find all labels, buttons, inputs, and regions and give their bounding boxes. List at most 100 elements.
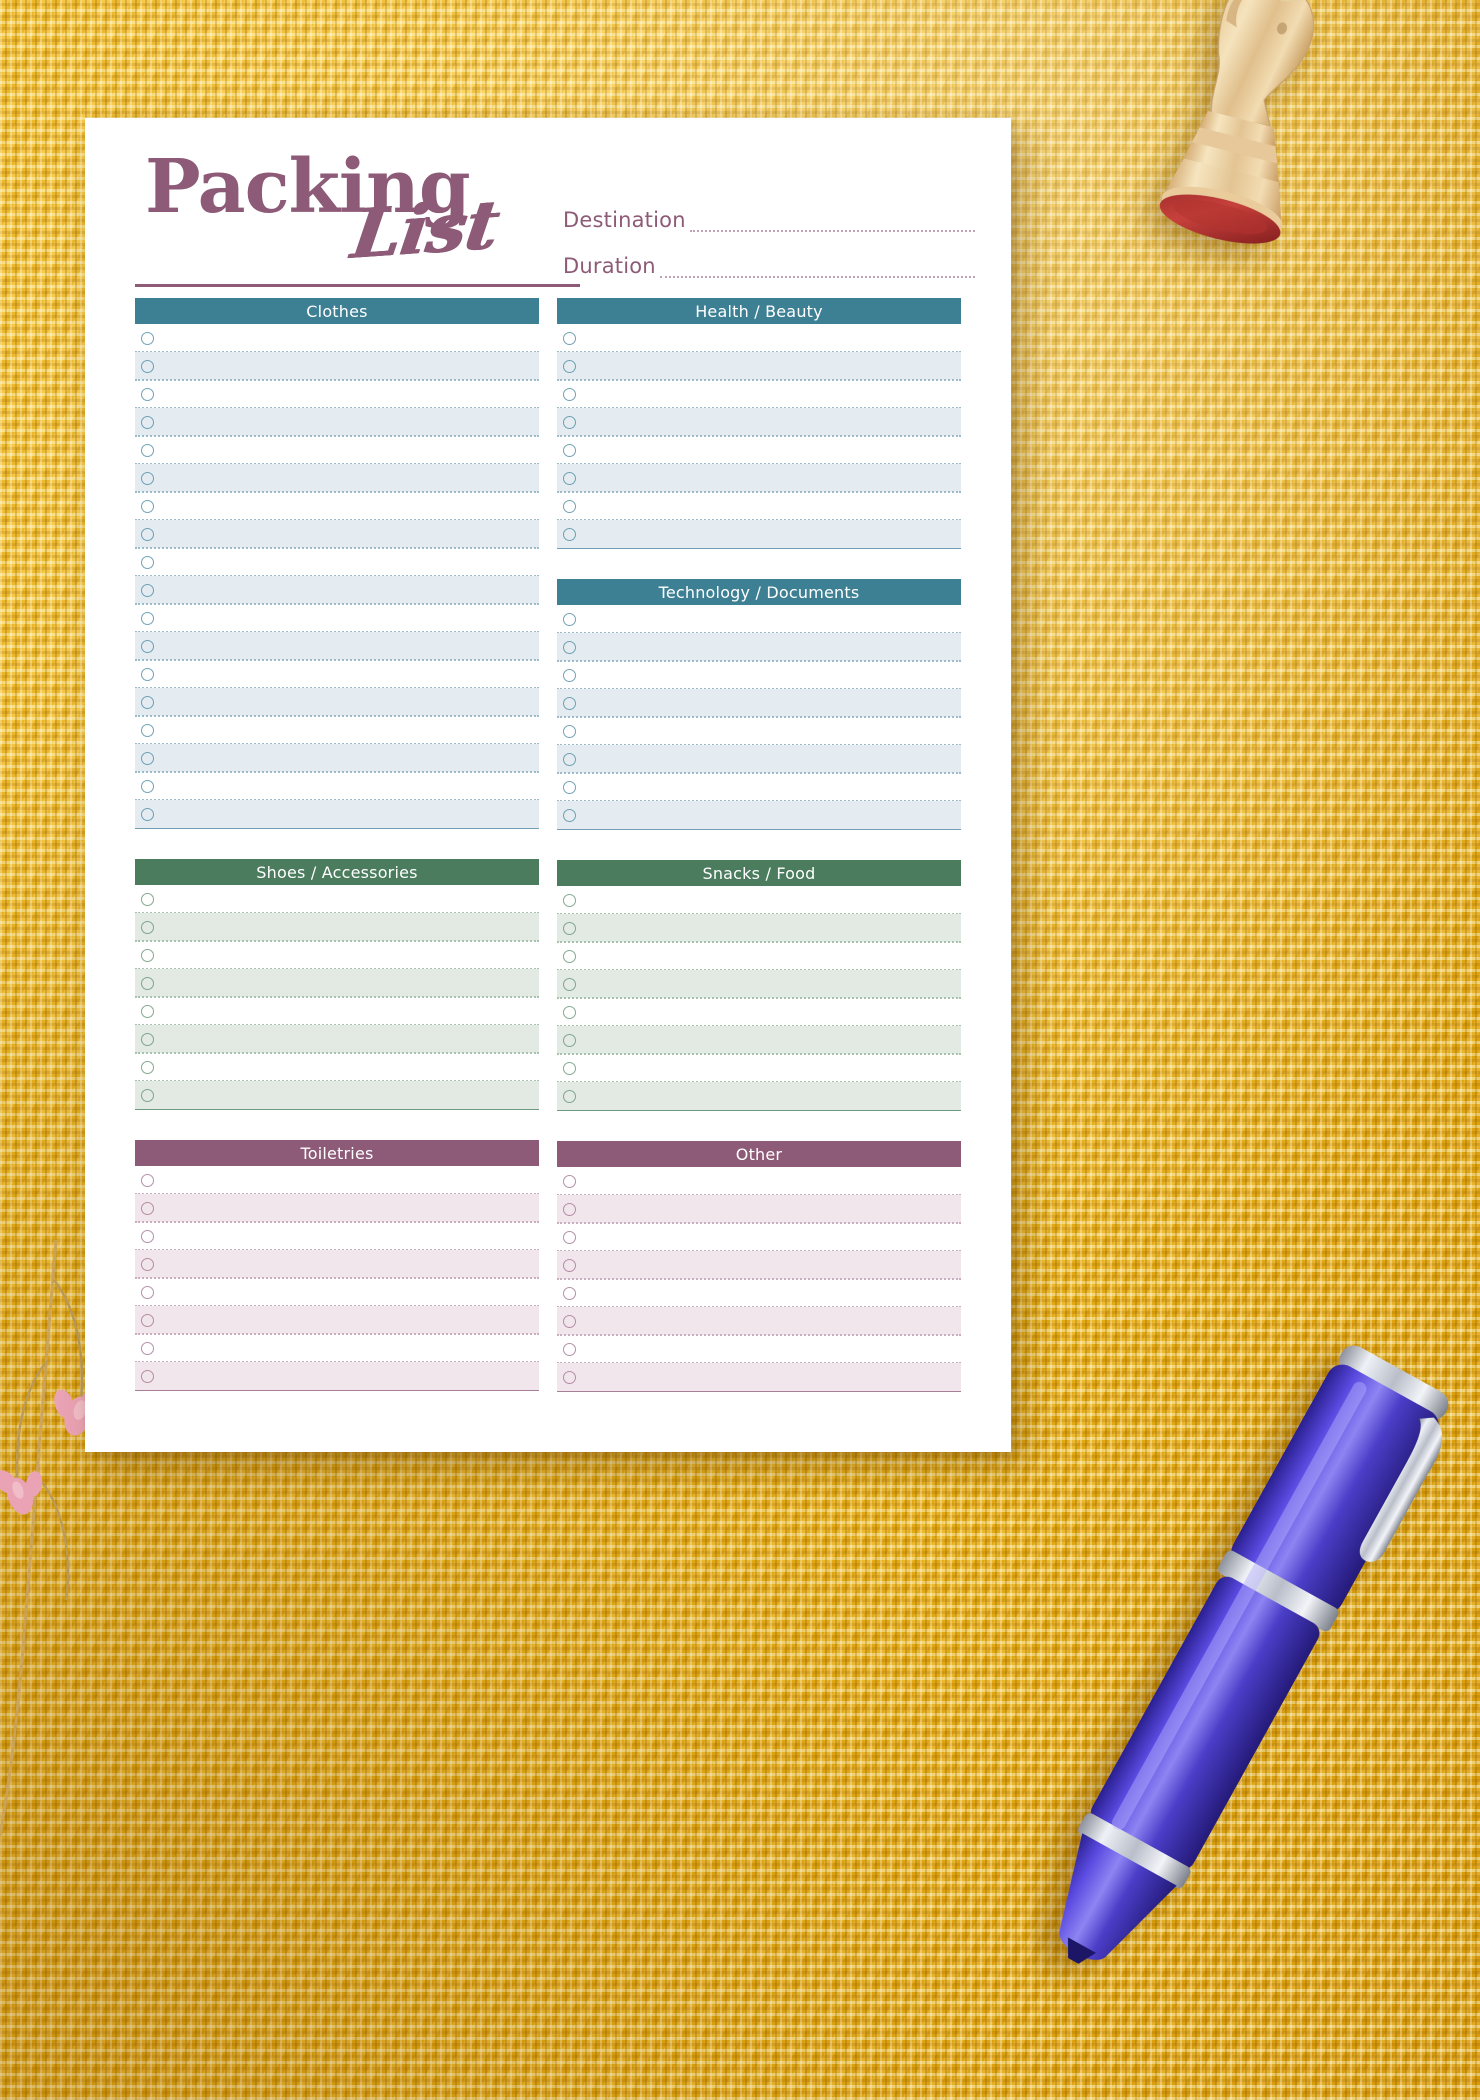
checklist-row[interactable]: [135, 1362, 539, 1391]
item-input[interactable]: [154, 632, 539, 660]
checkbox-circle-icon[interactable]: [141, 611, 154, 625]
item-input[interactable]: [154, 772, 539, 800]
checkbox-circle-icon[interactable]: [141, 807, 154, 821]
checkbox-circle-icon[interactable]: [141, 1060, 154, 1074]
checklist-row[interactable]: [135, 688, 539, 717]
item-input[interactable]: [576, 745, 961, 773]
checklist-row[interactable]: [135, 1306, 539, 1335]
checkbox-circle-icon[interactable]: [141, 948, 154, 962]
item-input[interactable]: [154, 1025, 539, 1053]
checkbox-circle-icon[interactable]: [563, 640, 576, 654]
item-input[interactable]: [576, 380, 961, 408]
item-input[interactable]: [576, 464, 961, 492]
checkbox-circle-icon[interactable]: [563, 1202, 576, 1216]
item-input[interactable]: [154, 1166, 539, 1194]
item-input[interactable]: [154, 744, 539, 772]
checkbox-circle-icon[interactable]: [141, 639, 154, 653]
checklist-row[interactable]: [135, 1222, 539, 1251]
checkbox-circle-icon[interactable]: [141, 555, 154, 569]
item-input[interactable]: [576, 717, 961, 745]
checklist-row[interactable]: [135, 380, 539, 409]
item-input[interactable]: [154, 716, 539, 744]
checkbox-circle-icon[interactable]: [141, 583, 154, 597]
checklist-row[interactable]: [135, 632, 539, 661]
checkbox-circle-icon[interactable]: [563, 527, 576, 541]
checkbox-circle-icon[interactable]: [563, 752, 576, 766]
checkbox-circle-icon[interactable]: [563, 1033, 576, 1047]
checkbox-circle-icon[interactable]: [141, 1004, 154, 1018]
checklist-row[interactable]: [557, 1026, 961, 1055]
item-input[interactable]: [576, 689, 961, 717]
item-input[interactable]: [576, 970, 961, 998]
item-input[interactable]: [154, 352, 539, 380]
checkbox-circle-icon[interactable]: [563, 949, 576, 963]
checkbox-circle-icon[interactable]: [563, 499, 576, 513]
checklist-row[interactable]: [135, 1166, 539, 1195]
item-input[interactable]: [576, 773, 961, 801]
checkbox-circle-icon[interactable]: [563, 359, 576, 373]
checkbox-circle-icon[interactable]: [141, 751, 154, 765]
checkbox-circle-icon[interactable]: [141, 695, 154, 709]
checklist-row[interactable]: [557, 1251, 961, 1280]
checkbox-circle-icon[interactable]: [563, 471, 576, 485]
checkbox-circle-icon[interactable]: [563, 780, 576, 794]
checkbox-circle-icon[interactable]: [141, 1285, 154, 1299]
checkbox-circle-icon[interactable]: [563, 1286, 576, 1300]
item-input[interactable]: [154, 688, 539, 716]
checkbox-circle-icon[interactable]: [563, 696, 576, 710]
checklist-row[interactable]: [135, 800, 539, 829]
checklist-row[interactable]: [135, 1250, 539, 1279]
item-input[interactable]: [576, 492, 961, 520]
item-input[interactable]: [154, 1306, 539, 1334]
checkbox-circle-icon[interactable]: [563, 415, 576, 429]
item-input[interactable]: [576, 1279, 961, 1307]
item-input[interactable]: [154, 969, 539, 997]
destination-input[interactable]: [689, 215, 975, 232]
duration-input[interactable]: [659, 261, 975, 278]
checklist-row[interactable]: [135, 604, 539, 633]
checklist-row[interactable]: [557, 1167, 961, 1196]
checkbox-circle-icon[interactable]: [141, 443, 154, 457]
checkbox-circle-icon[interactable]: [563, 977, 576, 991]
checkbox-circle-icon[interactable]: [563, 387, 576, 401]
item-input[interactable]: [576, 633, 961, 661]
checklist-row[interactable]: [557, 520, 961, 549]
checkbox-circle-icon[interactable]: [141, 779, 154, 793]
checkbox-circle-icon[interactable]: [141, 415, 154, 429]
item-input[interactable]: [154, 576, 539, 604]
checklist-row[interactable]: [135, 1053, 539, 1082]
item-input[interactable]: [154, 1278, 539, 1306]
item-input[interactable]: [576, 520, 961, 548]
duration-field-row[interactable]: Duration: [563, 232, 975, 278]
checkbox-circle-icon[interactable]: [141, 976, 154, 990]
item-input[interactable]: [576, 1167, 961, 1195]
item-input[interactable]: [576, 1054, 961, 1082]
checkbox-circle-icon[interactable]: [141, 1313, 154, 1327]
checklist-row[interactable]: [557, 605, 961, 634]
item-input[interactable]: [576, 998, 961, 1026]
item-input[interactable]: [154, 520, 539, 548]
checklist-row[interactable]: [135, 744, 539, 773]
checkbox-circle-icon[interactable]: [141, 527, 154, 541]
checkbox-circle-icon[interactable]: [141, 1369, 154, 1383]
checklist-row[interactable]: [557, 1307, 961, 1336]
checklist-row[interactable]: [557, 464, 961, 493]
checkbox-circle-icon[interactable]: [563, 921, 576, 935]
checkbox-circle-icon[interactable]: [563, 331, 576, 345]
checklist-row[interactable]: [557, 436, 961, 465]
item-input[interactable]: [154, 1053, 539, 1081]
checkbox-circle-icon[interactable]: [141, 499, 154, 513]
checklist-row[interactable]: [135, 492, 539, 521]
checklist-row[interactable]: [557, 942, 961, 971]
item-input[interactable]: [154, 436, 539, 464]
item-input[interactable]: [576, 1195, 961, 1223]
checklist-row[interactable]: [135, 885, 539, 914]
checklist-row[interactable]: [557, 1082, 961, 1111]
item-input[interactable]: [154, 885, 539, 913]
checklist-row[interactable]: [135, 913, 539, 942]
checklist-row[interactable]: [557, 1195, 961, 1224]
checkbox-circle-icon[interactable]: [141, 359, 154, 373]
checkbox-circle-icon[interactable]: [141, 1341, 154, 1355]
item-input[interactable]: [154, 941, 539, 969]
item-input[interactable]: [576, 914, 961, 942]
